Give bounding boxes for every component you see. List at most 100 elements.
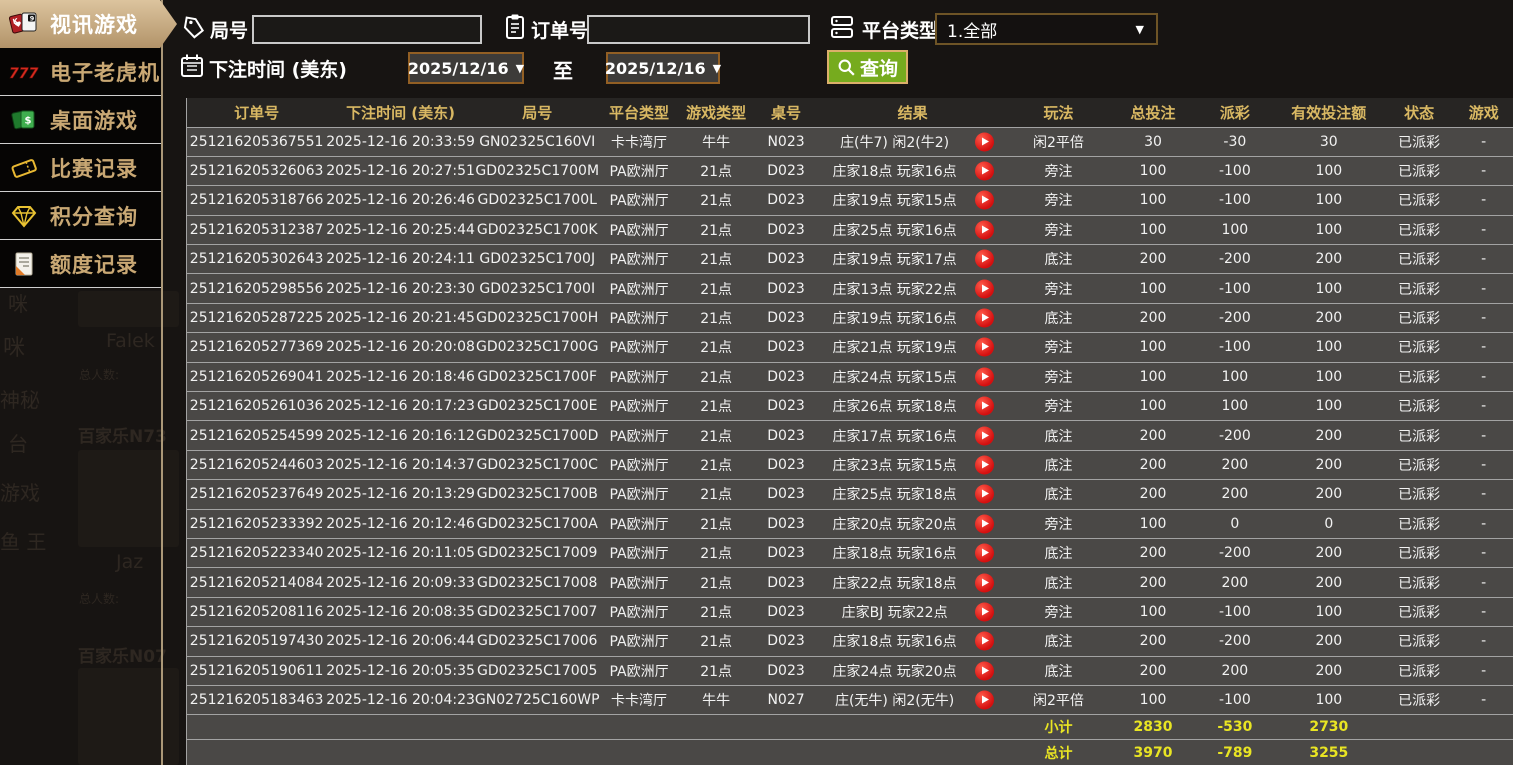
svg-text:9: 9 (30, 15, 35, 23)
result-text: 庄家BJ 玩家22点 (841, 604, 948, 621)
cell-bet: 100 (1139, 280, 1167, 297)
cell-valid: 200 (1315, 633, 1343, 650)
play-video-icon[interactable] (974, 484, 994, 504)
cell-order: 251216205287225 (189, 310, 324, 327)
result-text: 庄家24点 玩家15点 (832, 369, 957, 386)
play-video-icon[interactable] (974, 132, 994, 152)
cell-time: 2025-12-16 20:21:45 (326, 310, 475, 327)
column-header-5: 游戏类型 (678, 98, 754, 127)
cell-play: 底注 (1044, 575, 1073, 592)
cell-play: 底注 (1044, 428, 1073, 445)
play-video-icon[interactable] (974, 161, 994, 181)
play-video-icon[interactable] (974, 631, 994, 651)
cell-game_detail: - (1481, 192, 1487, 209)
cell-order: 251216205197430 (189, 633, 324, 650)
play-video-icon[interactable] (974, 190, 994, 210)
column-header-3: 局号 (474, 98, 600, 127)
cell-platform: PA欧洲厅 (609, 222, 669, 239)
cell-payout: -200 (1218, 633, 1251, 650)
cell-time: 2025-12-16 20:26:46 (326, 192, 475, 209)
play-video-icon[interactable] (974, 279, 994, 299)
play-video-icon[interactable] (974, 602, 994, 622)
cell-result: 庄家17点 玩家16点 (818, 421, 1007, 450)
date-to-picker[interactable]: 2025/12/16 ▼ (605, 52, 722, 84)
cell-bet: 2830 (1133, 719, 1173, 736)
column-header-11: 有效投注额 (1273, 98, 1384, 127)
play-video-icon[interactable] (974, 308, 994, 328)
cell-game_type: 21点 (700, 399, 733, 416)
cell-platform: PA欧洲厅 (609, 252, 669, 269)
cell-round: GD02325C1700J (479, 251, 596, 268)
cell-table_no: D023 (767, 339, 805, 356)
table-row: 251216205254599 2025-12-16 20:16:12 GD0232… (186, 420, 1513, 450)
gem-icon (7, 200, 41, 232)
cell-payout: -200 (1218, 545, 1251, 562)
table-row: 251216205312387 2025-12-16 20:25:44 GD0232… (186, 215, 1513, 244)
result-text: 庄家18点 玩家16点 (832, 164, 957, 181)
play-video-icon[interactable] (974, 220, 994, 240)
cell-game_type: 21点 (700, 311, 733, 328)
cell-status: 已派彩 (1398, 546, 1441, 563)
main-panel: 局号 订单号 平台类型 1.全部 ▼ 下注时间 (美东) 2025/12/16 … (163, 0, 1513, 765)
cell-play: 底注 (1044, 252, 1073, 269)
play-video-icon[interactable] (974, 514, 994, 534)
play-video-icon[interactable] (974, 573, 994, 593)
cell-table_no: D023 (767, 398, 805, 415)
play-video-icon[interactable] (974, 455, 994, 475)
cell-game_type: 21点 (700, 340, 733, 357)
cell-play: 底注 (1044, 663, 1073, 680)
cell-valid: 200 (1315, 662, 1343, 679)
result-text: 庄家19点 玩家16点 (832, 311, 957, 328)
sidebar-item-credit-records[interactable]: 额度记录 (0, 240, 161, 288)
cell-game_detail: - (1481, 692, 1487, 709)
platform-type-select[interactable]: 1.全部 ▼ (935, 13, 1158, 45)
cell-game_detail: - (1481, 486, 1487, 503)
cell-platform: PA欧洲厅 (609, 575, 669, 592)
cell-bet: 100 (1139, 368, 1167, 385)
round-number-input[interactable] (252, 15, 482, 44)
play-video-icon[interactable] (974, 426, 994, 446)
result-text: 庄家19点 玩家15点 (832, 193, 957, 210)
cell-table_no: D023 (767, 221, 805, 238)
cell-round: GN02725C160WP (474, 692, 600, 709)
sidebar-item-points-inquiry[interactable]: 积分查询 (0, 192, 161, 240)
search-button[interactable]: 查询 (827, 50, 908, 84)
cell-round: GD02325C1700E (477, 398, 598, 415)
sidebar-item-match-records[interactable]: 比赛记录 (0, 144, 161, 192)
cell-round: GD02325C1700K (476, 221, 598, 238)
cell-time: 2025-12-16 20:14:37 (326, 456, 475, 473)
chevron-down-icon: ▼ (712, 61, 722, 75)
slot-777-icon: 777 (7, 56, 41, 88)
cell-table_no: D023 (767, 427, 805, 444)
cell-valid: 200 (1315, 251, 1343, 268)
sidebar-item-table-games[interactable]: $ 桌面游戏 (0, 96, 161, 144)
cell-game_type: 21点 (700, 369, 733, 386)
order-number-input[interactable] (587, 15, 810, 44)
cell-order: 251216205190611 (189, 662, 324, 679)
ticket-icon (7, 152, 41, 184)
cell-empty (1384, 715, 1513, 740)
play-video-icon[interactable] (974, 396, 994, 416)
cell-game_detail: - (1481, 545, 1487, 562)
play-video-icon[interactable] (974, 249, 994, 269)
date-from-picker[interactable]: 2025/12/16 ▼ (408, 52, 524, 84)
sidebar-item-slots[interactable]: 777 电子老虎机 (0, 48, 161, 96)
play-video-icon[interactable] (974, 367, 994, 387)
cell-payout: -200 (1218, 427, 1251, 444)
sidebar-item-video-games[interactable]: K 9 视讯游戏 (0, 0, 177, 48)
play-video-icon[interactable] (974, 661, 994, 681)
play-video-icon[interactable] (974, 543, 994, 563)
cell-play: 旁注 (1044, 222, 1073, 239)
backdrop-text: 咪 (8, 292, 28, 316)
cell-round: GD02325C17009 (476, 545, 598, 562)
cell-result: 庄家22点 玩家18点 (818, 568, 1007, 597)
cell-result: 庄家24点 玩家15点 (818, 362, 1007, 391)
cell-game_type: 21点 (700, 222, 733, 239)
cell-game_detail: - (1481, 221, 1487, 238)
cell-status: 已派彩 (1398, 457, 1441, 474)
play-video-icon[interactable] (974, 337, 994, 357)
cell-table_no: D023 (767, 368, 805, 385)
cell-table_no: D023 (767, 603, 805, 620)
play-video-icon[interactable] (974, 690, 994, 710)
cell-payout: -100 (1218, 280, 1251, 297)
